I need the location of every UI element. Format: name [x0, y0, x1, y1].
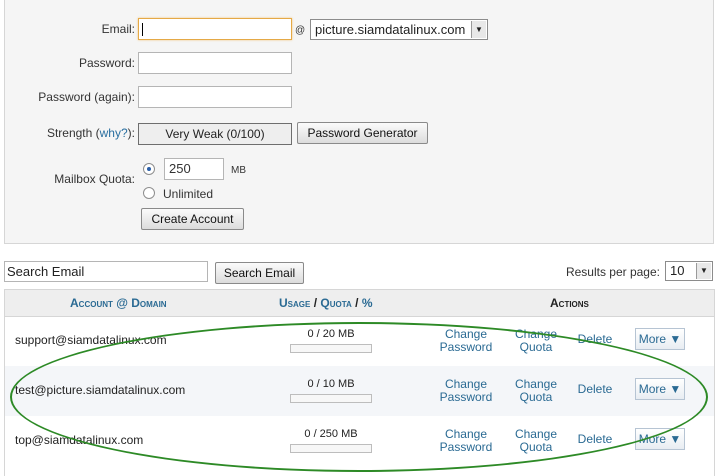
password-again-label: Password (again): [38, 90, 135, 104]
more-button[interactable]: More ▼ [635, 428, 685, 450]
chevron-down-icon[interactable]: ▼ [471, 21, 486, 38]
change-quota-link[interactable]: Change Quota [505, 328, 567, 354]
text-caret [142, 23, 143, 36]
change-password-link[interactable]: Change Password [435, 428, 497, 454]
table-header: Account @ Domain Usage / Quota / % Actio… [5, 290, 714, 317]
usage-text: 0 / 10 MB [307, 378, 355, 390]
password-again-input[interactable] [138, 86, 292, 108]
search-email-button[interactable]: Search Email [215, 262, 304, 284]
usage-text: 0 / 20 MB [307, 328, 355, 340]
quota-limited-radio[interactable] [143, 163, 155, 175]
at-symbol: @ [295, 25, 306, 36]
more-button[interactable]: More ▼ [635, 328, 685, 350]
change-password-link[interactable]: Change Password [435, 328, 497, 354]
search-email-input[interactable]: Search Email [4, 261, 208, 282]
column-usage-quota[interactable]: Usage / Quota / % [279, 296, 372, 310]
column-account-domain[interactable]: Account @ Domain [70, 296, 167, 310]
table-row: test@picture.siamdatalinux.com 0 / 10 MB… [5, 366, 714, 416]
password-label: Password: [78, 56, 135, 70]
domain-select[interactable]: picture.siamdatalinux.com ▼ [310, 19, 488, 40]
change-quota-link[interactable]: Change Quota [505, 428, 567, 454]
password-generator-button[interactable]: Password Generator [297, 122, 428, 144]
email-accounts-table: Account @ Domain Usage / Quota / % Actio… [4, 289, 715, 476]
delete-link[interactable]: Delete [570, 333, 620, 346]
unlimited-label: Unlimited [163, 187, 214, 201]
domain-select-value: picture.siamdatalinux.com [315, 22, 466, 37]
more-button[interactable]: More ▼ [635, 378, 685, 400]
delete-link[interactable]: Delete [570, 433, 620, 446]
chevron-down-icon[interactable]: ▼ [696, 263, 711, 279]
account-email: test@picture.siamdatalinux.com [15, 383, 186, 397]
usage-bar [290, 344, 372, 353]
results-per-page-label: Results per page: [565, 265, 660, 279]
usage-bar [290, 394, 372, 403]
change-password-link[interactable]: Change Password [435, 378, 497, 404]
change-quota-link[interactable]: Change Quota [505, 378, 567, 404]
account-email: top@siamdatalinux.com [15, 433, 144, 447]
quota-unit: MB [231, 165, 246, 176]
table-row: support@siamdatalinux.com 0 / 20 MB Chan… [5, 316, 714, 366]
password-strength-meter: Very Weak (0/100) [138, 123, 292, 145]
column-actions: Actions [550, 296, 589, 310]
account-email: support@siamdatalinux.com [15, 333, 167, 347]
email-label: Email: [101, 22, 135, 36]
usage-bar [290, 444, 372, 453]
email-input[interactable] [138, 18, 292, 40]
quota-input[interactable]: 250 [164, 158, 224, 180]
delete-link[interactable]: Delete [570, 383, 620, 396]
table-row: top@siamdatalinux.com 0 / 250 MB Change P… [5, 416, 714, 466]
password-input[interactable] [138, 52, 292, 74]
usage-text: 0 / 250 MB [304, 428, 358, 440]
create-account-button[interactable]: Create Account [141, 208, 244, 230]
mailbox-quota-label: Mailbox Quota: [54, 172, 135, 186]
quota-unlimited-radio[interactable] [143, 187, 155, 199]
results-per-page-select[interactable]: 10 ▼ [665, 261, 713, 281]
why-link[interactable]: why? [100, 126, 128, 140]
strength-label: Strength (why?): [46, 126, 135, 140]
